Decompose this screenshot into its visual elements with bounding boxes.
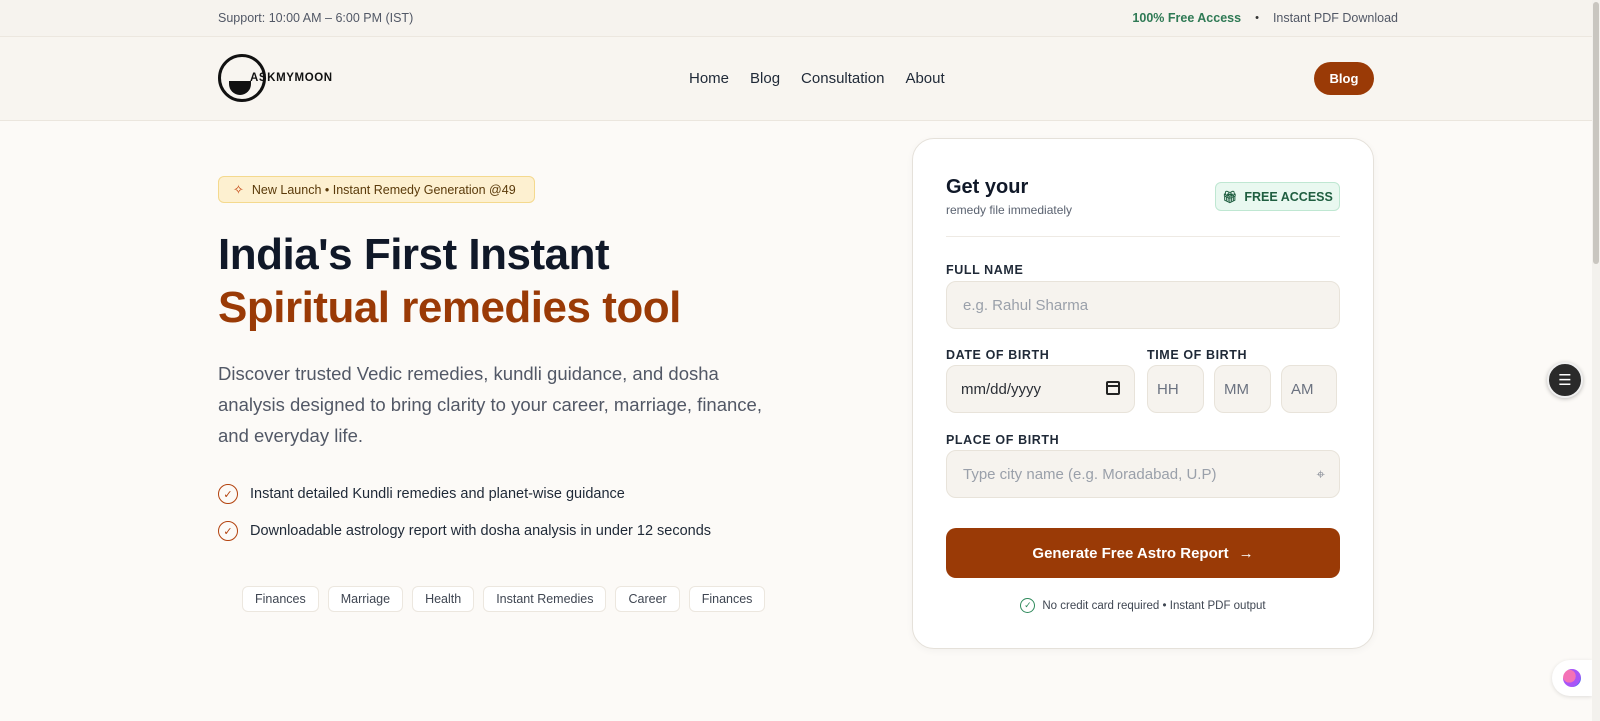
- pob-label: PLACE OF BIRTH: [946, 433, 1060, 447]
- list-icon: ☰: [1558, 372, 1572, 389]
- hero-title-line1: India's First Instant: [218, 230, 610, 279]
- divider: [946, 236, 1340, 237]
- hero-title-line2: Spiritual remedies tool: [218, 283, 681, 332]
- scrollbar-thumb[interactable]: [1593, 2, 1599, 264]
- logo[interactable]: ASKMYMOON: [218, 54, 335, 102]
- launch-badge: ✧ New Launch • Instant Remedy Generation…: [218, 176, 535, 203]
- feature-text: Downloadable astrology report with dosha…: [250, 523, 712, 539]
- pob-input[interactable]: Type city name (e.g. Moradabad, U.P) ⌖: [946, 450, 1340, 498]
- location-pin-icon: ⌖: [1316, 466, 1325, 483]
- hero-description: Discover trusted Vedic remedies, kundli …: [218, 363, 762, 446]
- launch-badge-text: New Launch • Instant Remedy Generation @…: [251, 182, 516, 197]
- hero-title: India's First Instant Spiritual remedies…: [218, 228, 681, 334]
- full-name-label: FULL NAME: [946, 263, 1024, 277]
- pob-placeholder: Type city name (e.g. Moradabad, U.P): [963, 465, 1217, 483]
- tag-career[interactable]: Career: [615, 586, 680, 612]
- check-circle-icon: ✓: [1020, 598, 1036, 613]
- brain-icon: [1563, 669, 1581, 687]
- sparkle-icon: ✧: [233, 181, 244, 197]
- floating-assistant-button[interactable]: [1552, 660, 1592, 696]
- gift-icon: 🎁︎: [1222, 189, 1238, 204]
- nav-consultation[interactable]: Consultation: [801, 70, 884, 87]
- blog-button[interactable]: Blog: [1314, 62, 1374, 95]
- generate-report-label: Generate Free Astro Report: [1032, 544, 1229, 562]
- nav-blog[interactable]: Blog: [750, 70, 780, 87]
- tag-health[interactable]: Health: [412, 586, 475, 612]
- support-hours: Support: 10:00 AM – 6:00 PM (IST): [218, 11, 414, 25]
- hour-input[interactable]: HH: [1147, 365, 1204, 413]
- calendar-icon[interactable]: [1106, 381, 1120, 395]
- tag-marriage[interactable]: Marriage: [327, 586, 404, 612]
- report-form-card: Get your remedy file immediately 🎁︎ FREE…: [912, 138, 1374, 649]
- dob-input[interactable]: mm/dd/yyyy: [946, 365, 1135, 413]
- feature-list: ✓ Instant detailed Kundli remedies and p…: [218, 483, 711, 557]
- dob-value: mm/dd/yyyy: [961, 380, 1042, 398]
- topbar-highlights: 100% Free Access • Instant PDF Download: [1132, 11, 1398, 25]
- ampm-select[interactable]: AM: [1281, 365, 1337, 413]
- separator-dot: •: [1255, 12, 1259, 24]
- free-access-badge-text: FREE ACCESS: [1244, 189, 1333, 204]
- form-subtitle: remedy file immediately: [946, 203, 1073, 217]
- check-circle-icon: ✓: [218, 521, 238, 541]
- feature-item: ✓ Downloadable astrology report with dos…: [218, 520, 711, 542]
- tag-finances[interactable]: Finances: [242, 586, 319, 612]
- support-bar: Support: 10:00 AM – 6:00 PM (IST) 100% F…: [0, 0, 1600, 37]
- feature-text: Instant detailed Kundli remedies and pla…: [250, 486, 625, 502]
- site-header: ASKMYMOON Home Blog Consultation About B…: [0, 37, 1600, 121]
- topic-tags: Finances Marriage Health Instant Remedie…: [242, 586, 766, 612]
- nav-home[interactable]: Home: [689, 70, 729, 87]
- tag-finances-2[interactable]: Finances: [688, 586, 766, 612]
- tob-label: TIME OF BIRTH: [1147, 348, 1248, 362]
- arrow-right-icon: →: [1238, 544, 1254, 562]
- tag-instant-remedies[interactable]: Instant Remedies: [483, 586, 607, 612]
- check-circle-icon: ✓: [218, 484, 238, 504]
- main-nav: Home Blog Consultation About: [689, 70, 945, 87]
- floating-menu-button[interactable]: ☰: [1547, 362, 1583, 398]
- free-access-badge: 🎁︎ FREE ACCESS: [1215, 182, 1340, 211]
- generate-report-button[interactable]: Generate Free Astro Report →: [946, 528, 1340, 578]
- full-name-input[interactable]: e.g. Rahul Sharma: [946, 281, 1340, 329]
- free-access-text: 100% Free Access: [1132, 11, 1242, 25]
- form-title: Get your: [946, 176, 1029, 198]
- minute-input[interactable]: MM: [1214, 365, 1271, 413]
- nav-about[interactable]: About: [905, 70, 944, 87]
- moon-logo-icon: [218, 54, 266, 102]
- dob-label: DATE OF BIRTH: [946, 348, 1050, 362]
- form-note-text: No credit card required • Instant PDF ou…: [1042, 599, 1266, 612]
- pdf-download-text: Instant PDF Download: [1272, 11, 1398, 25]
- feature-item: ✓ Instant detailed Kundli remedies and p…: [218, 483, 711, 505]
- form-note: ✓ No credit card required • Instant PDF …: [946, 598, 1340, 613]
- page-scrollbar[interactable]: [1592, 0, 1600, 721]
